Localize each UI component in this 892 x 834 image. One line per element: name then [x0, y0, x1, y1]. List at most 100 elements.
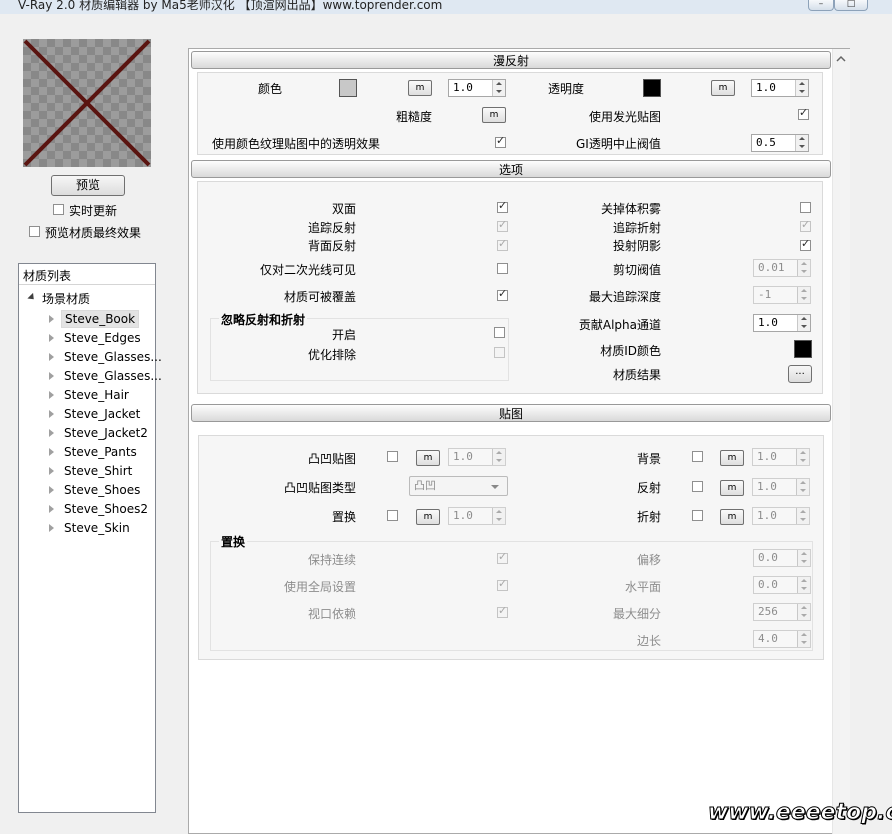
- expand-arrow-icon[interactable]: [49, 524, 54, 532]
- displacement-checkbox[interactable]: [387, 510, 398, 521]
- bump-amount-value: 1.0: [453, 450, 473, 463]
- max-subdivs-spinner[interactable]: 256: [753, 603, 811, 621]
- shift-spinner[interactable]: 0.0: [753, 549, 811, 567]
- keep-continuity-label: 保持连续: [307, 553, 356, 567]
- expand-arrow-icon[interactable]: [49, 315, 54, 323]
- material-result-button[interactable]: ...: [788, 365, 812, 383]
- material-id-color-swatch[interactable]: [794, 340, 812, 358]
- disable-volume-fog-checkbox[interactable]: [800, 202, 811, 213]
- refraction-amount-spinner[interactable]: 1.0: [752, 507, 810, 525]
- expand-arrow-icon[interactable]: [49, 391, 54, 399]
- use-texture-transparency-checkbox[interactable]: [495, 134, 506, 148]
- minimize-button[interactable]: –: [808, 0, 834, 11]
- refraction-checkbox[interactable]: [692, 510, 703, 521]
- alpha-contribution-label: 贡献Alpha通道: [578, 318, 661, 332]
- alpha-contribution-spinner[interactable]: 1.0: [753, 314, 811, 332]
- bump-map-label: 凸凹贴图: [307, 452, 356, 466]
- reflection-checkbox[interactable]: [692, 481, 703, 492]
- trace-reflection-checkbox[interactable]: [497, 218, 508, 232]
- optimize-exclusion-checkbox[interactable]: [494, 347, 505, 358]
- gi-cutoff-label: GI透明中止阀值: [576, 137, 661, 151]
- color-amount-spinner[interactable]: 1.0: [448, 79, 506, 97]
- overridable-checkbox[interactable]: [497, 287, 508, 301]
- diffuse-section-header[interactable]: 漫反射: [191, 51, 831, 69]
- transparency-label: 透明度: [548, 82, 585, 96]
- displacement-amount-spinner[interactable]: 1.0: [448, 507, 506, 525]
- vertical-scrollbar[interactable]: [832, 49, 850, 834]
- bump-map-button[interactable]: m: [416, 450, 440, 466]
- expand-arrow-icon[interactable]: [49, 448, 54, 456]
- tree-root-label[interactable]: 场景材质: [42, 290, 90, 307]
- refraction-amount-value: 1.0: [757, 509, 777, 522]
- refraction-map-button[interactable]: m: [720, 509, 744, 525]
- clip-threshold-spinner[interactable]: 0.01: [753, 259, 811, 277]
- expand-arrow-icon[interactable]: [49, 429, 54, 437]
- roughness-map-button[interactable]: m: [482, 107, 506, 123]
- material-result-label: 材质结果: [612, 368, 661, 382]
- keep-continuity-checkbox[interactable]: [497, 550, 508, 564]
- view-dependent-checkbox[interactable]: [497, 604, 508, 618]
- view-dependent-label: 视口依赖: [307, 607, 356, 621]
- expand-arrow-icon[interactable]: [49, 410, 54, 418]
- expand-arrow-icon[interactable]: [49, 505, 54, 513]
- double-sided-checkbox[interactable]: [497, 199, 508, 213]
- preview-final-checkbox[interactable]: [29, 226, 40, 237]
- material-preview: [23, 39, 151, 167]
- trace-reflection-label: 追踪反射: [307, 221, 356, 235]
- background-map-button[interactable]: m: [720, 450, 744, 466]
- secondary-rays-only-checkbox[interactable]: [497, 263, 508, 274]
- optimize-exclusion-label: 优化排除: [307, 348, 356, 362]
- ignore-on-checkbox[interactable]: [494, 327, 505, 338]
- bump-type-dropdown[interactable]: 凸凹: [409, 476, 508, 496]
- maximize-button[interactable]: □: [834, 0, 868, 11]
- reflection-amount-spinner[interactable]: 1.0: [752, 478, 810, 496]
- material-id-color-label: 材质ID颜色: [600, 344, 661, 358]
- color-swatch[interactable]: [339, 79, 357, 97]
- use-glow-map-checkbox[interactable]: [798, 106, 809, 120]
- expand-arrow-icon[interactable]: [49, 372, 54, 380]
- edge-length-spinner[interactable]: 4.0: [753, 630, 811, 648]
- preview-button[interactable]: 预览: [51, 175, 125, 196]
- color-amount-value: 1.0: [453, 81, 473, 94]
- bump-amount-spinner[interactable]: 1.0: [448, 448, 506, 466]
- bump-map-checkbox[interactable]: [387, 451, 398, 462]
- water-level-spinner[interactable]: 0.0: [753, 576, 811, 594]
- expand-arrow-icon[interactable]: [49, 467, 54, 475]
- realtime-update-checkbox[interactable]: [53, 204, 64, 215]
- use-texture-transparency-label: 使用颜色纹理贴图中的透明效果: [212, 137, 381, 151]
- tree-item-label: Steve_Edges: [64, 331, 141, 345]
- expand-arrow-icon[interactable]: [49, 353, 54, 361]
- transparency-amount-spinner[interactable]: 1.0: [751, 79, 809, 97]
- transparency-map-button[interactable]: m: [711, 80, 735, 96]
- expand-arrow-icon[interactable]: [27, 292, 37, 303]
- background-amount-spinner[interactable]: 1.0: [752, 448, 810, 466]
- transparency-swatch[interactable]: [643, 79, 661, 97]
- displacement-label: 置换: [331, 510, 356, 524]
- background-checkbox[interactable]: [692, 451, 703, 462]
- shift-label: 偏移: [636, 553, 661, 567]
- scroll-up-icon[interactable]: [833, 53, 850, 65]
- back-reflection-label: 背面反射: [307, 239, 356, 253]
- watermark-text: www.eeeetop.com: [707, 800, 892, 826]
- cast-shadows-checkbox[interactable]: [800, 237, 811, 251]
- title-bar: V-Ray 2.0 材质编辑器 by Ma5老师汉化 【顶渲网出品】www.to…: [0, 0, 892, 14]
- maps-section-header[interactable]: 贴图: [191, 404, 831, 422]
- material-tree[interactable]: 材质列表 场景材质 Steve_Book Steve_Edges Steve_Gla…: [18, 263, 162, 813]
- displacement-map-button[interactable]: m: [416, 509, 440, 525]
- reflection-amount-value: 1.0: [757, 480, 777, 493]
- back-reflection-checkbox[interactable]: [497, 237, 508, 251]
- tree-header-label: 材质列表: [23, 269, 72, 283]
- window-title: V-Ray 2.0 材质编辑器 by Ma5老师汉化 【顶渲网出品】www.to…: [18, 0, 443, 12]
- color-map-button[interactable]: m: [408, 80, 432, 96]
- maximize-icon: □: [846, 0, 856, 9]
- options-section-header[interactable]: 选项: [191, 160, 831, 178]
- trace-refraction-checkbox[interactable]: [800, 218, 811, 232]
- use-global-settings-checkbox[interactable]: [497, 577, 508, 591]
- reflection-map-button[interactable]: m: [720, 480, 744, 496]
- expand-arrow-icon[interactable]: [49, 486, 54, 494]
- expand-arrow-icon[interactable]: [49, 334, 54, 342]
- max-trace-depth-spinner[interactable]: -1: [753, 286, 811, 304]
- bump-type-label: 凸凹贴图类型: [283, 481, 356, 495]
- gi-cutoff-spinner[interactable]: 0.5: [751, 134, 809, 152]
- alpha-contribution-value: 1.0: [758, 316, 778, 329]
